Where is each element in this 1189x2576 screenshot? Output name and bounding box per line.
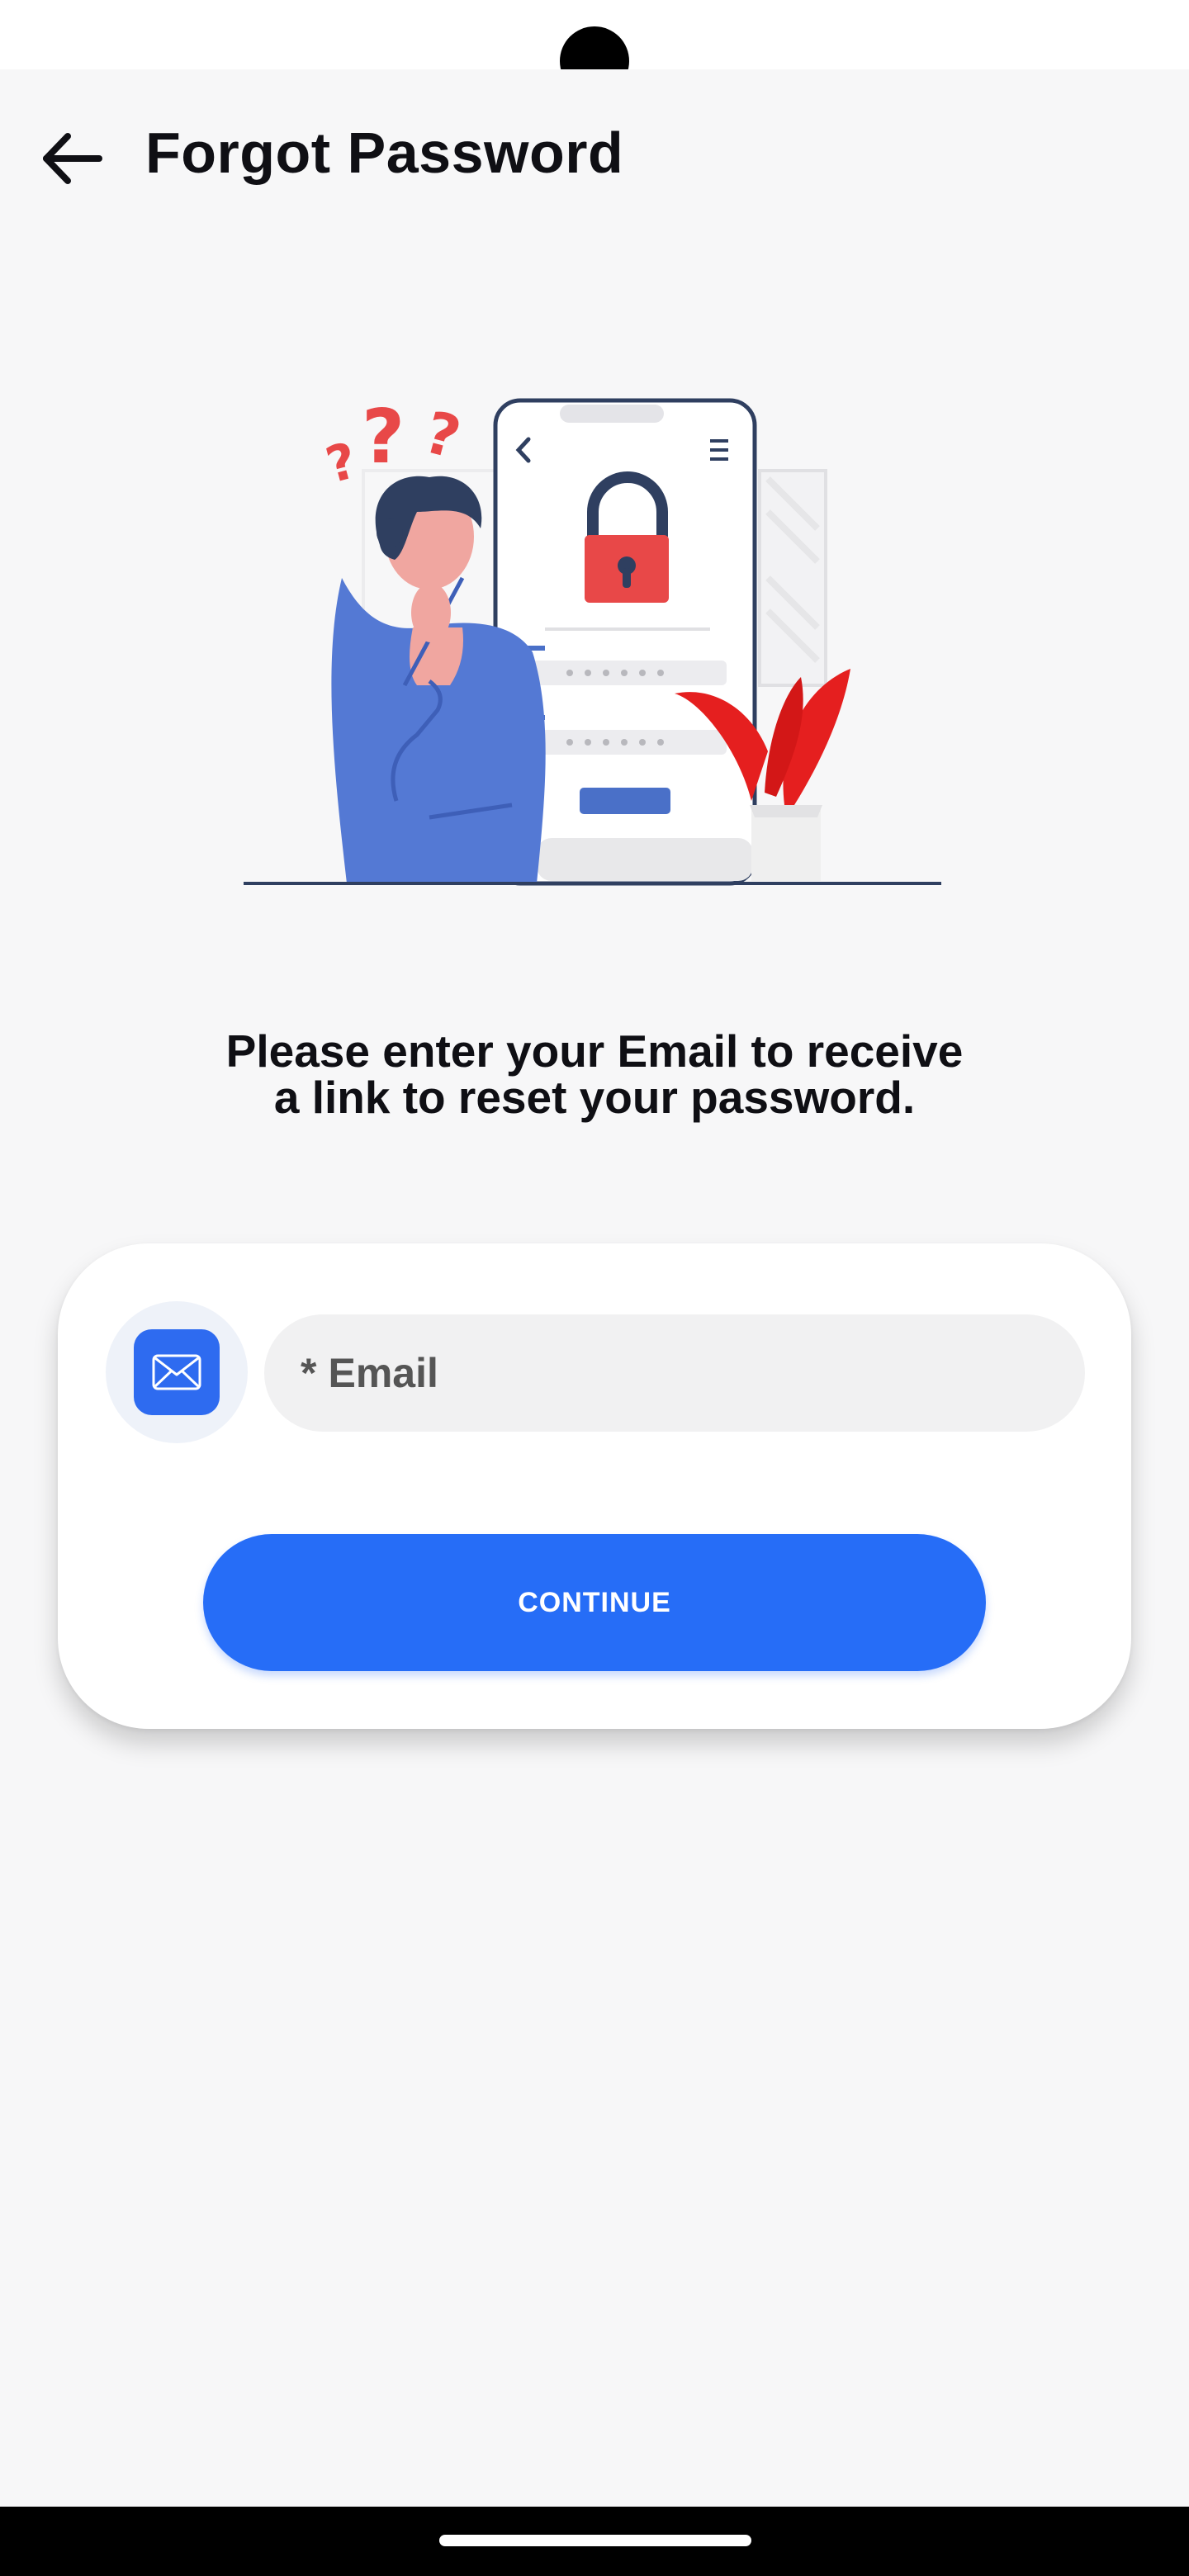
email-field[interactable]: * Email (264, 1314, 1085, 1432)
email-placeholder: Email (328, 1350, 438, 1396)
arrow-left-icon (43, 133, 102, 184)
mail-icon (152, 1354, 201, 1390)
question-mark-2: ? (362, 394, 405, 481)
continue-button[interactable]: CONTINUE (203, 1534, 986, 1671)
page-title: Forgot Password (145, 121, 624, 185)
instruction-line-2: a link to reset your password. (273, 1072, 916, 1123)
email-icon-badge (106, 1301, 248, 1443)
instruction-text: Please enter your Email to receive a lin… (149, 1028, 1040, 1120)
status-bar (0, 0, 1189, 96)
required-asterisk: * (301, 1350, 317, 1396)
forgot-password-illustration: ? ? ? (244, 394, 941, 886)
device-frame: Forgot Password ? ? ? Please enter your … (0, 0, 1189, 2576)
instruction-line-1: Please enter your Email to receive (225, 1025, 964, 1077)
question-mark-1: ? (320, 432, 363, 495)
question-mark-3: ? (418, 398, 467, 472)
back-button[interactable] (30, 116, 116, 201)
email-icon-tile (134, 1329, 220, 1415)
home-indicator[interactable] (439, 2535, 751, 2546)
